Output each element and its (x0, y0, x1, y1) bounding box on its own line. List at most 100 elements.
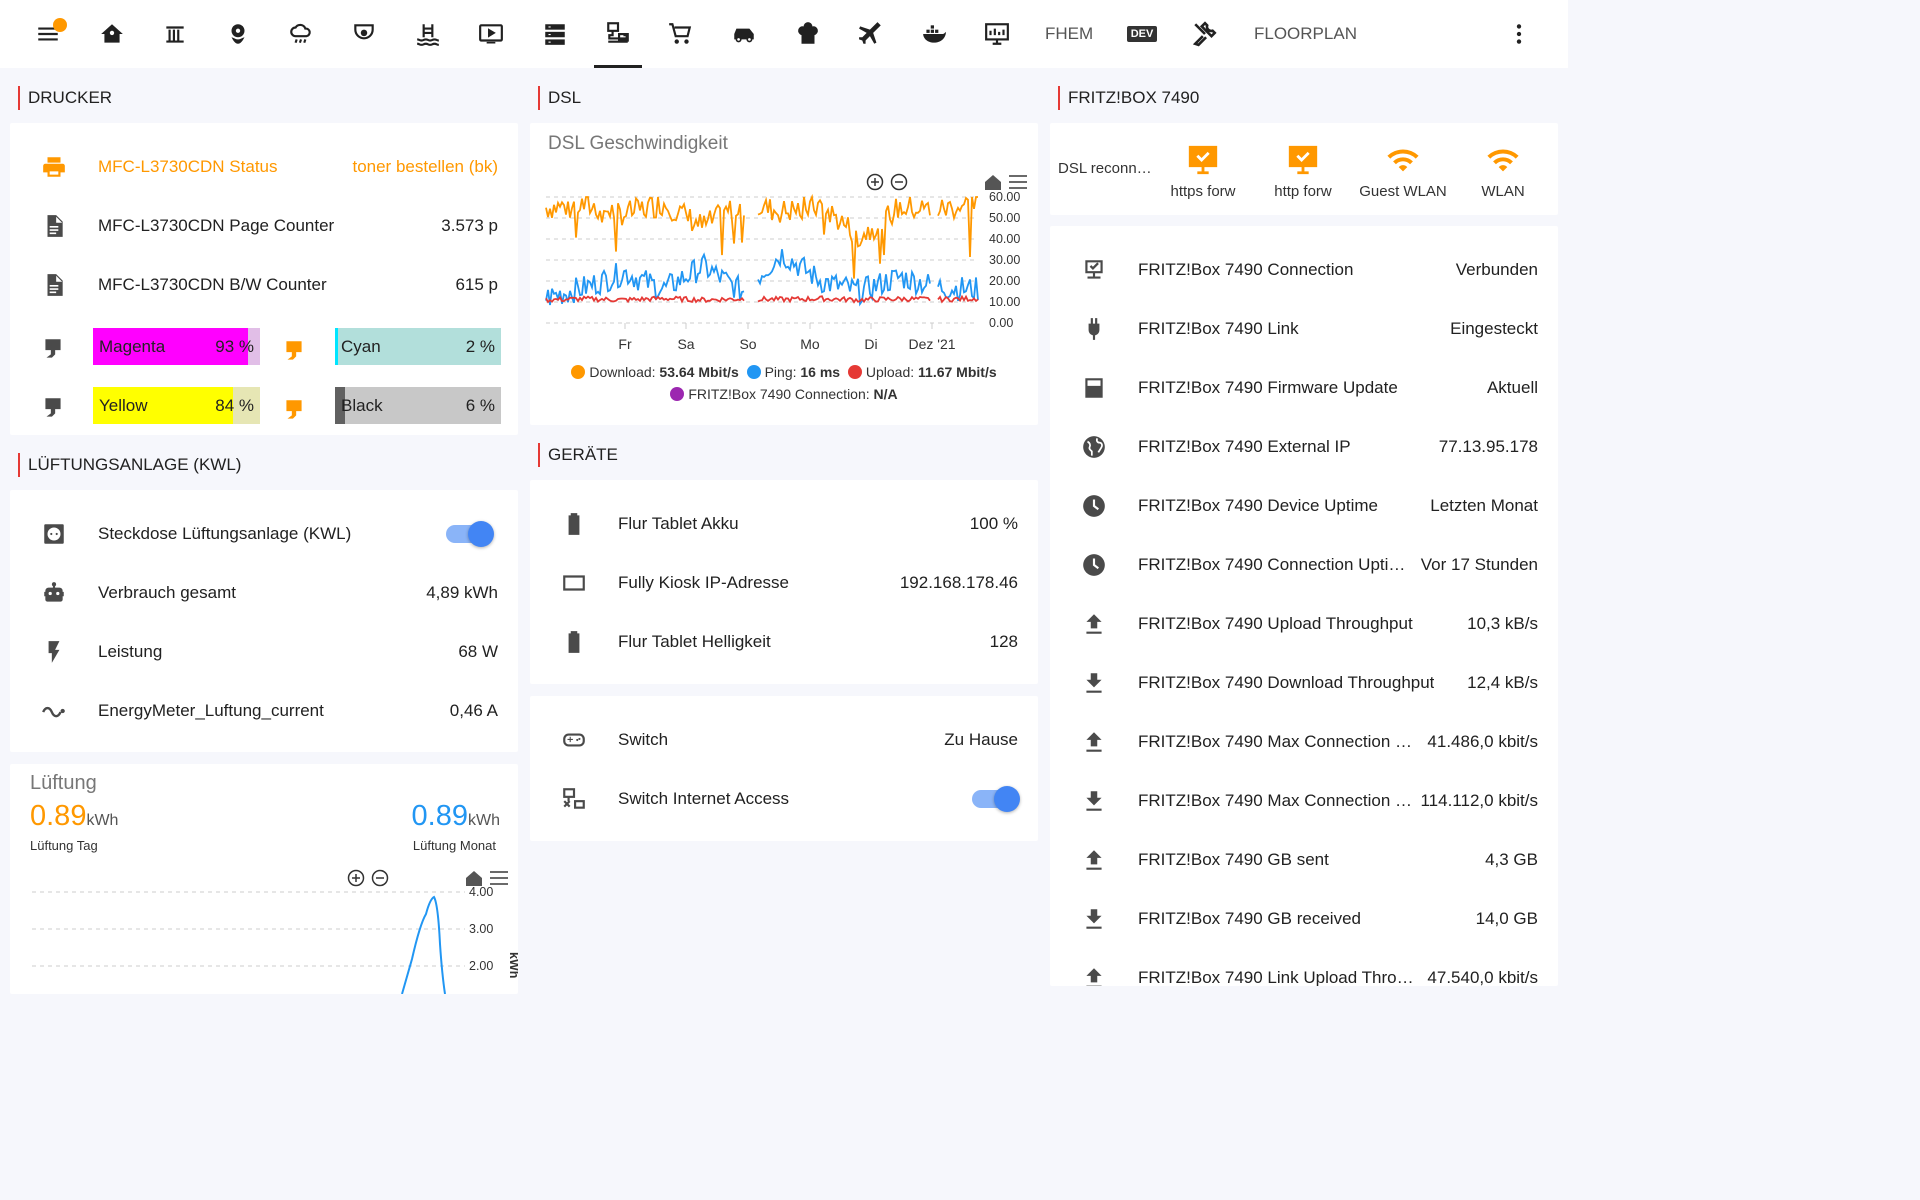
fb-row-value: Aktuell (1486, 377, 1538, 397)
legend-label: FRITZ!Box 7490 Connection: (688, 386, 870, 402)
legend-item-upload[interactable]: Upload: 11.67 Mbit/s (847, 364, 997, 380)
dsl-legend: Download: 53.64 Mbit/s Ping: 16 ms Uploa… (530, 364, 1038, 380)
tablet-battery-row[interactable]: Flur Tablet Akku 100 % (530, 494, 1038, 553)
radiator-icon[interactable] (151, 0, 199, 68)
legend-item-connection[interactable]: FRITZ!Box 7490 Connection: N/A (670, 386, 898, 402)
upload-icon (1080, 846, 1108, 874)
fb-row[interactable]: FRITZ!Box 7490 Upload Throughput 10,3 kB/… (1050, 594, 1558, 653)
network-icon[interactable] (594, 0, 642, 68)
media-icon[interactable] (467, 0, 515, 68)
reset-zoom-icon[interactable] (985, 175, 1001, 190)
monitor-check-icon (1188, 145, 1218, 175)
tools-icon[interactable] (1181, 0, 1229, 68)
lueftung-day-stat: 0.89kWh (30, 800, 118, 833)
car-icon[interactable] (720, 0, 768, 68)
fb-row[interactable]: FRITZ!Box 7490 Firmware Update Aktuell (1050, 358, 1558, 417)
kwl-power-row[interactable]: Leistung 68 W (10, 622, 518, 681)
geraete-card: Flur Tablet Akku 100 % Fully Kiosk IP-Ad… (530, 480, 1038, 684)
fb-row[interactable]: FRITZ!Box 7490 Max Connection … 41.486,0 … (1050, 712, 1558, 771)
fb-row-label: FRITZ!Box 7490 Connection (1138, 259, 1354, 279)
tablet-brightness-row[interactable]: Flur Tablet Helligkeit 128 (530, 612, 1038, 671)
reset-zoom-icon[interactable] (466, 871, 482, 886)
docker-icon[interactable] (910, 0, 958, 68)
kwl-consumption-value: 4,89 kWh (426, 582, 498, 602)
switch-internet-row[interactable]: Switch Internet Access (530, 769, 1038, 828)
menu-icon[interactable] (24, 0, 72, 68)
legend-item-ping[interactable]: Ping: 16 ms (746, 364, 840, 380)
kwl-socket-toggle[interactable] (446, 520, 494, 547)
chart-menu-icon[interactable] (490, 871, 508, 885)
kwl-socket-row[interactable]: Steckdose Lüftungsanlage (KWL) (10, 504, 518, 563)
toner-bar-black: Black 6 % (335, 387, 501, 424)
dsl-card: DSL Geschwindigkeit 60.00 50.00 40.00 30.00… (530, 123, 1038, 425)
dsl-reconnect-button[interactable]: DSL reconn… (1058, 160, 1152, 177)
wifi-icon (1387, 149, 1419, 172)
fb-row[interactable]: FRITZ!Box 7490 GB sent 4,3 GB (1050, 830, 1558, 889)
legend-item-download[interactable]: Download: 53.64 Mbit/s (571, 364, 739, 380)
tab-dev[interactable]: DEV (1118, 0, 1166, 68)
weather-icon[interactable] (277, 0, 325, 68)
series-line-ping (545, 249, 979, 307)
kiosk-ip-value: 192.168.178.46 (899, 572, 1018, 592)
tile-https-forward[interactable]: https forw (1153, 143, 1253, 200)
tile-http-forward[interactable]: http forw (1253, 143, 1353, 200)
chef-icon[interactable] (784, 0, 832, 68)
bw-counter-row[interactable]: MFC-L3730CDN B/W Counter 615 p (10, 255, 518, 314)
tile-guest-wlan[interactable]: Guest WLAN (1353, 143, 1453, 200)
drucker-card: MFC-L3730CDN Status toner bestellen (bk)… (10, 123, 518, 435)
fb-row[interactable]: FRITZ!Box 7490 Connection Upti… Vor 17 St… (1050, 535, 1558, 594)
tile-label: Guest WLAN (1359, 183, 1447, 200)
tab-floorplan[interactable]: FLOORPLAN (1254, 0, 1357, 68)
airplane-icon[interactable] (847, 0, 895, 68)
chart-menu-icon[interactable] (1009, 175, 1027, 189)
fb-row[interactable]: FRITZ!Box 7490 Download Throughput 12,4 k… (1050, 653, 1558, 712)
zoom-out-icon[interactable] (371, 869, 389, 887)
printer-status-row[interactable]: MFC-L3730CDN Status toner bestellen (bk) (10, 137, 518, 196)
fb-row[interactable]: FRITZ!Box 7490 External IP 77.13.95.178 (1050, 417, 1558, 476)
fb-row-value: 12,4 kB/s (1467, 672, 1538, 692)
fb-row[interactable]: FRITZ!Box 7490 Device Uptime Letzten Mona… (1050, 476, 1558, 535)
kwl-consumption-row[interactable]: Verbrauch gesamt 4,89 kWh (10, 563, 518, 622)
pool-icon[interactable] (404, 0, 452, 68)
more-vert-icon[interactable] (1495, 0, 1543, 68)
switch-internet-toggle[interactable] (972, 785, 1020, 812)
notification-badge (53, 18, 67, 32)
wifi-icon (1487, 149, 1519, 172)
battery-icon (560, 510, 588, 538)
tile-wlan[interactable]: WLAN (1453, 143, 1553, 200)
lueftung-series-line (401, 895, 446, 994)
zoom-in-icon[interactable] (866, 173, 884, 191)
legend-dot (571, 365, 586, 379)
tab-fhem[interactable]: FHEM (1045, 0, 1093, 68)
camera-icon[interactable] (340, 0, 388, 68)
kwl-consumption-label: Verbrauch gesamt (98, 582, 236, 602)
server-icon[interactable] (531, 0, 579, 68)
switch-presence-label: Switch (618, 729, 669, 749)
switch-presence-row[interactable]: Switch Zu Hause (530, 710, 1038, 769)
monitor-icon[interactable] (973, 0, 1021, 68)
lueftung-month-label: Lüftung Monat (412, 838, 496, 853)
toner-icon (40, 336, 66, 367)
kwl-current-row[interactable]: EnergyMeter_Luftung_current 0,46 A (10, 681, 518, 740)
zoom-out-icon[interactable] (890, 173, 908, 191)
monitor-check-icon (1080, 256, 1108, 284)
fb-row[interactable]: FRITZ!Box 7490 GB received 14,0 GB (1050, 889, 1558, 948)
fb-row[interactable]: FRITZ!Box 7490 Link Upload Thro… 47.540,0… (1050, 948, 1558, 986)
bw-counter-value: 615 p (455, 274, 498, 294)
flower-icon[interactable] (214, 0, 262, 68)
fb-row-value: 41.486,0 kbit/s (1427, 731, 1538, 751)
cart-icon[interactable] (656, 0, 704, 68)
tile-label: https forw (1170, 183, 1236, 200)
section-title-geraete: GERÄTE (538, 443, 618, 467)
toner-icon (40, 395, 66, 426)
page-counter-row[interactable]: MFC-L3730CDN Page Counter 3.573 p (10, 196, 518, 255)
fb-row[interactable]: FRITZ!Box 7490 Connection Verbunden (1050, 240, 1558, 299)
y-tick: 20.00 (989, 274, 1020, 288)
upload-icon (1080, 610, 1108, 638)
kiosk-ip-row[interactable]: Fully Kiosk IP-Adresse 192.168.178.46 (530, 553, 1038, 612)
zoom-in-icon[interactable] (347, 869, 365, 887)
series-line-upload (545, 294, 979, 304)
fb-row[interactable]: FRITZ!Box 7490 Link Eingesteckt (1050, 299, 1558, 358)
home-icon[interactable] (88, 0, 136, 68)
fb-row[interactable]: FRITZ!Box 7490 Max Connection … 114.112,0… (1050, 771, 1558, 830)
